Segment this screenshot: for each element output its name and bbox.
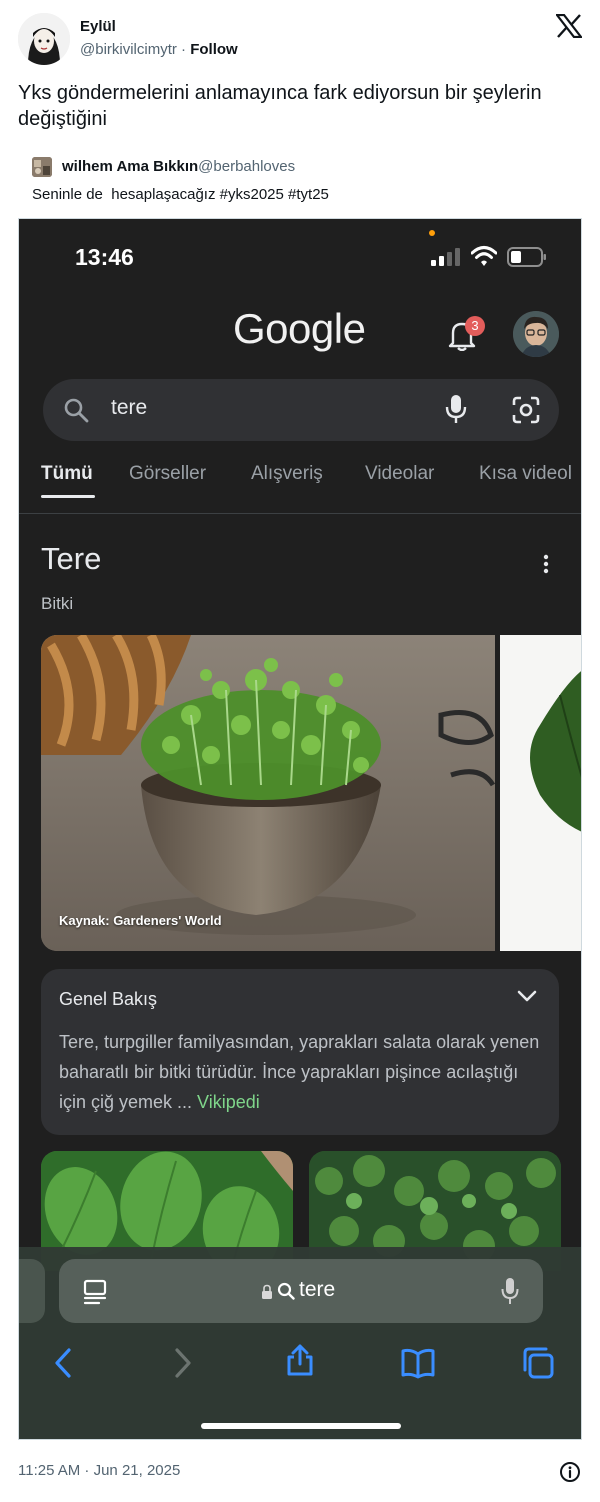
quote-author-name[interactable]: wilhem Ama Bıkkın — [62, 158, 198, 175]
image-source-caption: Kaynak: Gardeners' World — [59, 913, 222, 928]
previous-tab-peek[interactable] — [19, 1259, 45, 1323]
follow-button[interactable]: Follow — [190, 41, 238, 58]
author-meta: @birkivilcimytr · Follow — [80, 41, 238, 58]
notification-badge: 3 — [465, 316, 485, 336]
google-logo[interactable]: Google — [233, 305, 366, 353]
overview-body: Tere, turpgiller familyasından, yaprakla… — [59, 1032, 540, 1112]
safari-toolbar: tere — [19, 1247, 581, 1439]
status-time: 13:46 — [75, 244, 134, 270]
tab-short-videos[interactable]: Kısa videol — [479, 463, 572, 485]
quote-text: Seninle de hesaplaşacağız #yks2025 #tyt2… — [32, 186, 329, 203]
author-name[interactable]: Eylül — [80, 18, 116, 35]
author-handle[interactable]: @birkivilcimytr — [80, 41, 177, 58]
bookmarks-icon[interactable] — [401, 1346, 435, 1380]
tab-all[interactable]: Tümü — [41, 463, 93, 485]
tabs-icon[interactable] — [521, 1346, 555, 1380]
overview-title: Genel Bakış — [59, 989, 158, 1009]
lock-icon — [262, 1284, 272, 1299]
more-options-icon[interactable] — [541, 553, 551, 575]
wikipedia-link[interactable]: Vikipedi — [197, 1092, 260, 1112]
tweet-timestamp[interactable]: 11:25 AM · Jun 21, 2025 — [18, 1462, 180, 1479]
author-avatar[interactable] — [18, 13, 70, 65]
address-search-icon — [277, 1282, 295, 1300]
mic-indicator-dot — [429, 230, 435, 236]
tabs-divider — [19, 513, 581, 514]
info-icon[interactable] — [559, 1461, 581, 1483]
phone-screenshot[interactable]: 13:46 Google 3 tere Tümü Görseller Alışv… — [18, 218, 582, 1440]
battery-icon — [507, 247, 546, 267]
x-logo-icon[interactable] — [556, 14, 582, 38]
cress-main-image[interactable]: Kaynak: Gardeners' World — [41, 635, 495, 951]
search-icon — [64, 398, 89, 423]
knowledge-panel-subtitle: Bitki — [41, 594, 74, 613]
cress-side-image[interactable] — [500, 635, 581, 951]
overview-card[interactable]: Genel Bakış Tere, turpgiller familyasınd… — [41, 969, 559, 1135]
quote-author-avatar[interactable] — [32, 157, 52, 177]
voice-search-icon[interactable] — [445, 393, 467, 425]
search-query[interactable]: tere — [111, 396, 147, 420]
overview-text: Tere, turpgiller familyasından, yaprakla… — [59, 1027, 549, 1117]
search-box[interactable]: tere — [43, 379, 559, 441]
tab-images[interactable]: Görseller — [129, 463, 206, 485]
cellular-signal-icon — [431, 248, 460, 266]
search-tabs: Tümü Görseller Alışveriş Videolar Kısa v… — [41, 463, 581, 499]
quote-author-handle[interactable]: @berbahloves — [198, 158, 295, 175]
back-icon[interactable] — [47, 1346, 81, 1380]
forward-icon[interactable] — [165, 1346, 199, 1380]
address-text[interactable]: tere — [299, 1278, 335, 1302]
google-lens-icon[interactable] — [511, 395, 541, 425]
knowledge-panel-title: Tere — [41, 541, 102, 576]
share-icon[interactable] — [283, 1343, 317, 1377]
home-indicator[interactable] — [201, 1423, 401, 1429]
tab-shopping[interactable]: Alışveriş — [251, 463, 323, 485]
meta-separator: · — [176, 41, 191, 58]
address-bar[interactable]: tere — [59, 1259, 543, 1323]
address-mic-icon[interactable] — [501, 1277, 519, 1305]
tweet-text: Yks göndermelerini anlamayınca fark ediy… — [18, 82, 542, 130]
page-menu-icon[interactable] — [83, 1279, 107, 1305]
profile-avatar[interactable] — [513, 311, 559, 357]
active-tab-indicator — [41, 495, 95, 498]
wifi-icon — [471, 246, 497, 266]
chevron-down-icon[interactable] — [517, 989, 537, 1003]
tab-videos[interactable]: Videolar — [365, 463, 434, 485]
quote-author[interactable]: wilhem Ama Bıkkın@berbahloves — [62, 158, 295, 175]
